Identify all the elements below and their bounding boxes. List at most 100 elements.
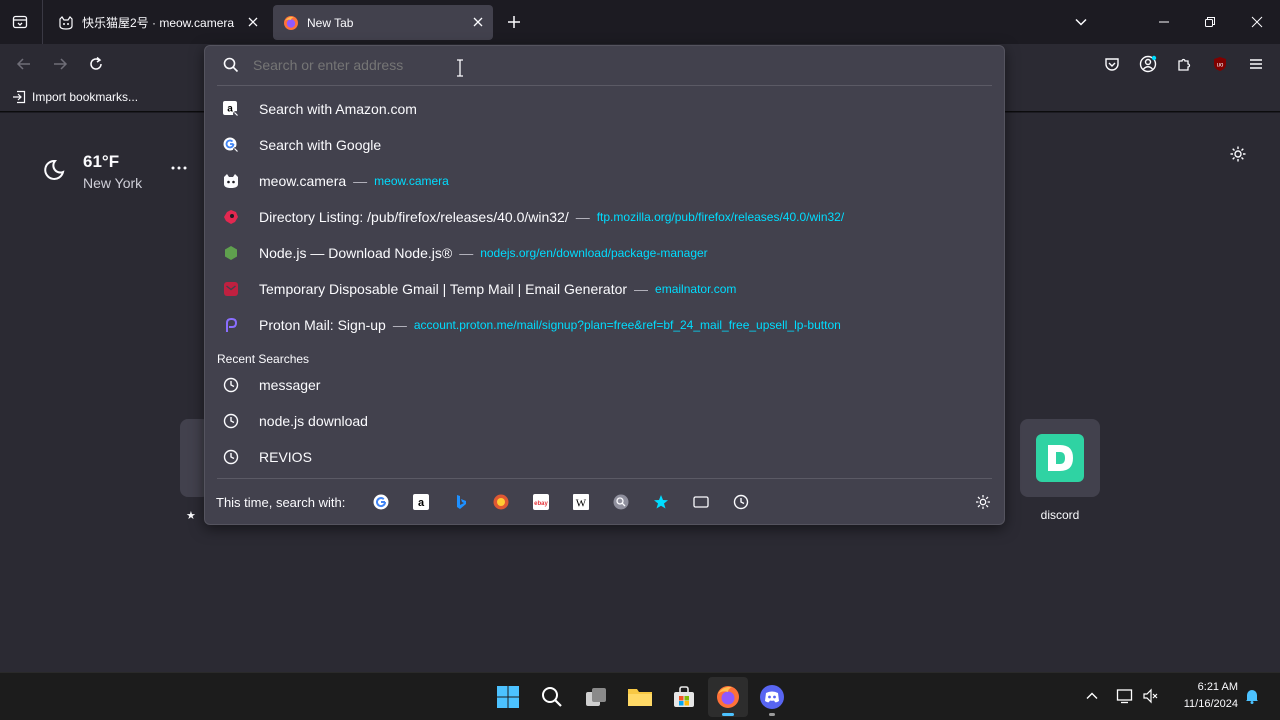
recent-searches-heading: Recent Searches xyxy=(217,352,310,366)
reload-button[interactable] xyxy=(82,50,110,78)
notifications-button[interactable] xyxy=(1244,688,1260,704)
recent-search-row[interactable]: node.js download xyxy=(217,403,992,439)
personalize-button[interactable] xyxy=(1229,145,1247,163)
url-input[interactable] xyxy=(253,54,953,76)
result-row[interactable]: meow.camera — meow.camera xyxy=(217,163,992,199)
tab-manager-icon xyxy=(12,15,28,29)
recent-search-row[interactable]: REVIOS xyxy=(217,439,992,475)
store-button[interactable] xyxy=(664,677,704,717)
clock-icon xyxy=(733,494,749,510)
network-button[interactable] xyxy=(1116,688,1134,704)
account-button[interactable] xyxy=(1134,50,1162,78)
pocket-button[interactable] xyxy=(1098,50,1126,78)
result-row[interactable]: Proton Mail: Sign-up — account.proton.me… xyxy=(217,307,992,343)
extensions-button[interactable] xyxy=(1170,50,1198,78)
clock-icon xyxy=(223,449,239,465)
sponsored-star-icon: ★ xyxy=(186,510,196,522)
hamburger-icon xyxy=(1250,59,1262,69)
firefox-taskbar-button[interactable] xyxy=(708,677,748,717)
divider xyxy=(217,85,992,86)
clock-icon xyxy=(223,377,239,393)
engine-wikipedia-button[interactable]: W xyxy=(573,494,593,512)
volume-button[interactable] xyxy=(1143,688,1159,704)
result-row[interactable]: Temporary Disposable Gmail | Temp Mail |… xyxy=(217,271,992,307)
import-bookmarks-label: Import bookmarks... xyxy=(32,90,139,104)
shortcut-discord[interactable] xyxy=(1020,419,1100,497)
engine-google-button[interactable] xyxy=(373,494,393,512)
result-row[interactable]: a Search with Amazon.com xyxy=(217,91,992,127)
reload-icon xyxy=(90,56,102,70)
bell-icon xyxy=(1246,690,1258,704)
task-view-icon xyxy=(586,688,606,706)
close-window-button[interactable] xyxy=(1243,8,1271,36)
recent-search-text: REVIOS xyxy=(259,449,312,465)
result-row[interactable]: Node.js — Download Node.js® — nodejs.org… xyxy=(217,235,992,271)
result-title: Search with Google xyxy=(259,137,382,153)
task-view-button[interactable] xyxy=(576,677,616,717)
close-icon[interactable] xyxy=(471,15,485,29)
list-tabs-dropdown[interactable] xyxy=(1067,8,1095,36)
wikipedia-icon: W xyxy=(573,494,589,510)
search-settings-button[interactable] xyxy=(975,494,995,512)
tab-meow-camera[interactable]: 快乐猫屋2号 · meow.camera xyxy=(48,5,268,40)
engine-search-button[interactable] xyxy=(613,494,633,512)
forward-button[interactable] xyxy=(46,50,74,78)
result-url: meow.camera xyxy=(374,174,449,188)
tab-strip: 快乐猫屋2号 · meow.camera New Tab xyxy=(0,0,1280,44)
file-explorer-button[interactable] xyxy=(620,677,660,717)
taskbar-search-button[interactable] xyxy=(532,677,572,717)
plus-icon xyxy=(508,16,520,28)
weather-city: New York xyxy=(83,175,143,191)
folder-icon xyxy=(628,689,652,706)
text-cursor-icon xyxy=(455,59,465,79)
import-bookmarks-button[interactable]: Import bookmarks... xyxy=(12,90,138,104)
minimize-button[interactable] xyxy=(1150,8,1178,36)
result-title: Node.js — Download Node.js® xyxy=(259,245,453,261)
result-url: account.proton.me/mail/signup?plan=free&… xyxy=(413,318,841,332)
arrow-left-icon xyxy=(16,58,30,70)
pocket-icon xyxy=(1105,58,1119,71)
result-title: Search with Amazon.com xyxy=(259,101,417,117)
more-icon xyxy=(171,166,187,170)
bookmarks-search-button[interactable] xyxy=(653,494,673,512)
history-search-button[interactable] xyxy=(733,494,753,512)
discord-shortcut-icon xyxy=(1036,434,1084,482)
list-all-tabs-button[interactable] xyxy=(6,8,34,36)
result-row[interactable]: Directory Listing: /pub/firefox/releases… xyxy=(217,199,992,235)
mozilla-icon xyxy=(224,210,238,224)
tab-new-tab[interactable]: New Tab xyxy=(273,5,493,40)
network-icon xyxy=(1116,689,1133,704)
clock-icon xyxy=(223,413,239,429)
result-separator: — xyxy=(353,173,368,189)
gear-icon xyxy=(1230,146,1246,162)
close-icon[interactable] xyxy=(246,15,260,29)
result-row[interactable]: Search with Google xyxy=(217,127,992,163)
clock-time[interactable]: 6:21 AM xyxy=(1160,681,1238,693)
engine-duckduckgo-button[interactable] xyxy=(493,494,513,512)
menu-button[interactable] xyxy=(1242,50,1270,78)
engine-bing-button[interactable] xyxy=(453,494,473,512)
tabs-search-button[interactable] xyxy=(693,494,713,512)
shortcut-label: discord xyxy=(1040,508,1080,522)
mail-icon xyxy=(224,282,238,296)
restore-icon xyxy=(1205,17,1215,27)
start-button[interactable] xyxy=(488,677,528,717)
active-indicator xyxy=(722,713,734,716)
result-url: emailnator.com xyxy=(655,282,737,296)
restore-button[interactable] xyxy=(1196,8,1224,36)
weather-temp: 61°F xyxy=(83,152,120,171)
engine-ebay-button[interactable]: ebay xyxy=(533,494,553,512)
chevron-down-icon xyxy=(1075,18,1087,26)
result-title: Proton Mail: Sign-up xyxy=(259,317,386,333)
show-hidden-icons-button[interactable] xyxy=(1085,689,1099,703)
clock-date[interactable]: 11/16/2024 xyxy=(1160,698,1238,710)
recent-search-row[interactable]: messager xyxy=(217,367,992,403)
new-tab-button[interactable] xyxy=(500,8,528,36)
back-button[interactable] xyxy=(10,50,38,78)
discord-taskbar-button[interactable] xyxy=(752,677,792,717)
ublock-button[interactable]: uo xyxy=(1206,50,1234,78)
weather-menu-button[interactable] xyxy=(170,159,188,177)
search-icon xyxy=(542,687,562,707)
account-icon xyxy=(1139,55,1157,73)
engine-amazon-button[interactable]: a xyxy=(413,494,433,512)
